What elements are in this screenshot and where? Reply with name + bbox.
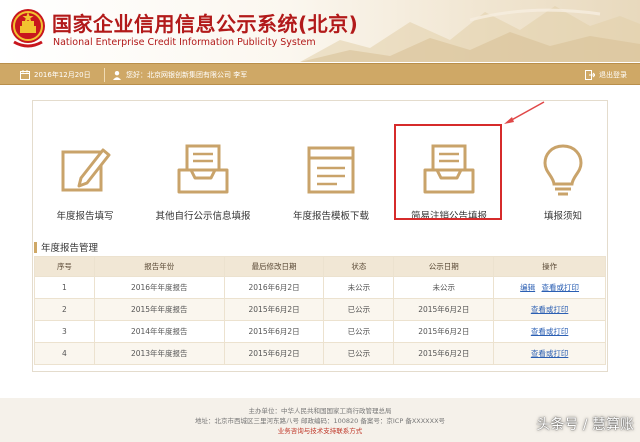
user-greeting: 您好：北京网银创新集团有限公司 李军 xyxy=(112,64,247,86)
cell-status: 已公示 xyxy=(323,298,395,321)
cell-status: 已公示 xyxy=(323,320,395,343)
edit-link[interactable]: 编辑 xyxy=(520,283,535,292)
table-header-row: 序号 报告年份 最后修改日期 状态 公示日期 操作 xyxy=(34,256,606,277)
cell-public-date: 2015年6月2日 xyxy=(393,298,495,321)
col-header: 公示日期 xyxy=(393,256,495,277)
cell-actions: 查看或打印 xyxy=(493,342,606,365)
col-header: 报告年份 xyxy=(93,256,225,277)
view-print-link[interactable]: 查看或打印 xyxy=(531,305,569,314)
cell-actions: 查看或打印 xyxy=(493,298,606,321)
view-print-link[interactable]: 查看或打印 xyxy=(542,283,580,292)
table-row: 2 2015年年度报告 2015年6月2日 已公示 2015年6月2日 查看或打… xyxy=(34,298,606,321)
user-info-bar: 2016年12月20日 您好：北京网银创新集团有限公司 李军 退出登录 xyxy=(0,63,640,85)
calendar-icon xyxy=(20,70,30,80)
section-heading: 年度报告管理 xyxy=(34,240,98,254)
cell-no: 1 xyxy=(34,276,95,299)
cell-actions: 查看或打印 xyxy=(493,320,606,343)
user-icon xyxy=(113,71,121,80)
section-marker xyxy=(34,241,37,253)
date-display: 2016年12月20日 xyxy=(20,64,91,86)
logout-icon xyxy=(585,70,595,80)
cell-public-date: 未公示 xyxy=(393,276,495,299)
inbox-tray-icon xyxy=(177,144,229,194)
annual-report-table: 序号 报告年份 最后修改日期 状态 公示日期 操作 1 2016年年度报告 20… xyxy=(34,256,606,365)
cell-status: 未公示 xyxy=(323,276,395,299)
cell-actions: 编辑 查看或打印 xyxy=(493,276,606,299)
view-print-link[interactable]: 查看或打印 xyxy=(531,349,569,358)
national-emblem-icon xyxy=(11,9,45,48)
filing-notice-button[interactable]: 填报须知 xyxy=(508,140,618,240)
section-title: 年度报告管理 xyxy=(41,243,99,254)
function-label: 年度报告填写 xyxy=(56,211,114,222)
template-download-button[interactable]: 年度报告模板下载 xyxy=(276,140,386,240)
watermark-text: 头条号 / 慧算账 xyxy=(536,417,634,433)
function-label: 其他自行公示信息填报 xyxy=(155,211,251,222)
view-print-link[interactable]: 查看或打印 xyxy=(531,327,569,336)
table-row: 4 2013年年度报告 2015年6月2日 已公示 2015年6月2日 查看或打… xyxy=(34,342,606,365)
pointer-arrow-icon xyxy=(504,101,545,124)
col-header: 状态 xyxy=(323,256,395,277)
cell-year: 2013年年度报告 xyxy=(93,342,225,365)
cell-modified: 2015年6月2日 xyxy=(223,298,325,321)
cell-public-date: 2015年6月2日 xyxy=(393,342,495,365)
function-label: 填报须知 xyxy=(543,211,582,222)
table-row: 3 2014年年度报告 2015年6月2日 已公示 2015年6月2日 查看或打… xyxy=(34,320,606,343)
cell-no: 2 xyxy=(34,298,95,321)
col-header: 操作 xyxy=(493,256,606,277)
col-header: 最后修改日期 xyxy=(223,256,325,277)
current-date: 2016年12月20日 xyxy=(34,71,91,79)
document-window-icon xyxy=(307,146,355,194)
logout-label: 退出登录 xyxy=(599,71,627,79)
user-name: 您好：北京网银创新集团有限公司 李军 xyxy=(126,71,248,79)
logout-button[interactable]: 退出登录 xyxy=(585,64,627,86)
cell-year: 2016年年度报告 xyxy=(93,276,225,299)
lightbulb-icon xyxy=(543,144,583,196)
pencil-edit-icon xyxy=(61,148,111,192)
page-subtitle: National Enterprise Credit Information P… xyxy=(53,37,316,48)
cell-modified: 2015年6月2日 xyxy=(223,320,325,343)
cell-no: 4 xyxy=(34,342,95,365)
cell-status: 已公示 xyxy=(323,342,395,365)
cell-year: 2014年年度报告 xyxy=(93,320,225,343)
other-disclosure-button[interactable]: 其他自行公示信息填报 xyxy=(148,140,258,240)
table-row: 1 2016年年度报告 2016年6月2日 未公示 未公示 编辑 查看或打印 xyxy=(34,276,606,299)
page-title: 国家企业信用信息公示系统(北京) xyxy=(52,12,359,36)
cell-no: 3 xyxy=(34,320,95,343)
function-label: 年度报告模板下载 xyxy=(292,211,369,222)
divider xyxy=(104,68,105,82)
annual-report-fill-button[interactable]: 年度报告填写 xyxy=(30,140,140,240)
cell-year: 2015年年度报告 xyxy=(93,298,225,321)
col-header: 序号 xyxy=(34,256,95,277)
highlight-box xyxy=(394,124,502,220)
site-header: 国家企业信用信息公示系统(北京) National Enterprise Cre… xyxy=(0,0,640,62)
cell-public-date: 2015年6月2日 xyxy=(393,320,495,343)
cell-modified: 2015年6月2日 xyxy=(223,342,325,365)
cell-modified: 2016年6月2日 xyxy=(223,276,325,299)
